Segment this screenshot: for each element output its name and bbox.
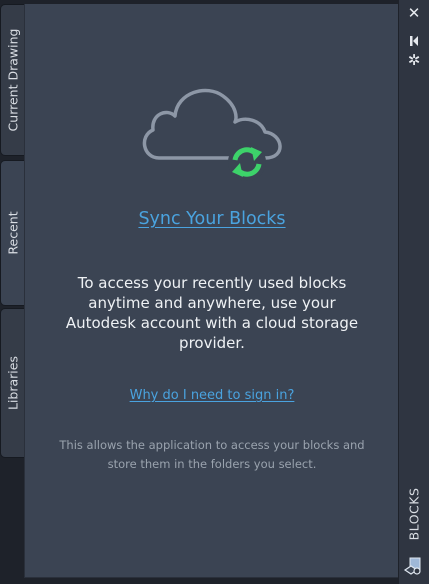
palette-title-bar[interactable]: ✕ ✲ BLOCKS xyxy=(399,0,429,584)
tab-current-drawing[interactable]: Current Drawing xyxy=(0,4,25,156)
autohide-icon[interactable] xyxy=(399,32,429,46)
close-icon[interactable]: ✕ xyxy=(399,5,429,21)
recent-panel: Sync Your Blocks To access your recently… xyxy=(24,4,398,578)
access-explanation-text: This allows the application to access yo… xyxy=(59,438,365,471)
cloud-sync-icon xyxy=(142,88,282,181)
blocks-palette-icon xyxy=(403,557,421,575)
sync-your-blocks-link[interactable]: Sync Your Blocks xyxy=(25,209,399,229)
palette-title: BLOCKS xyxy=(406,487,422,541)
blocks-palette-window: Current Drawing Recent Libraries Sync Yo… xyxy=(0,0,429,584)
tab-recent-label: Recent xyxy=(5,211,21,255)
sign-in-description: To access your recently used blocks anyt… xyxy=(65,274,359,352)
settings-icon[interactable]: ✲ xyxy=(399,52,429,68)
tab-libraries-label: Libraries xyxy=(5,356,21,410)
tab-recent[interactable]: Recent xyxy=(0,160,25,306)
sync-arrows-icon xyxy=(228,143,266,181)
tab-libraries[interactable]: Libraries xyxy=(0,308,25,458)
why-sign-in-link[interactable]: Why do I need to sign in? xyxy=(25,388,399,403)
tab-current-drawing-label: Current Drawing xyxy=(5,28,21,132)
